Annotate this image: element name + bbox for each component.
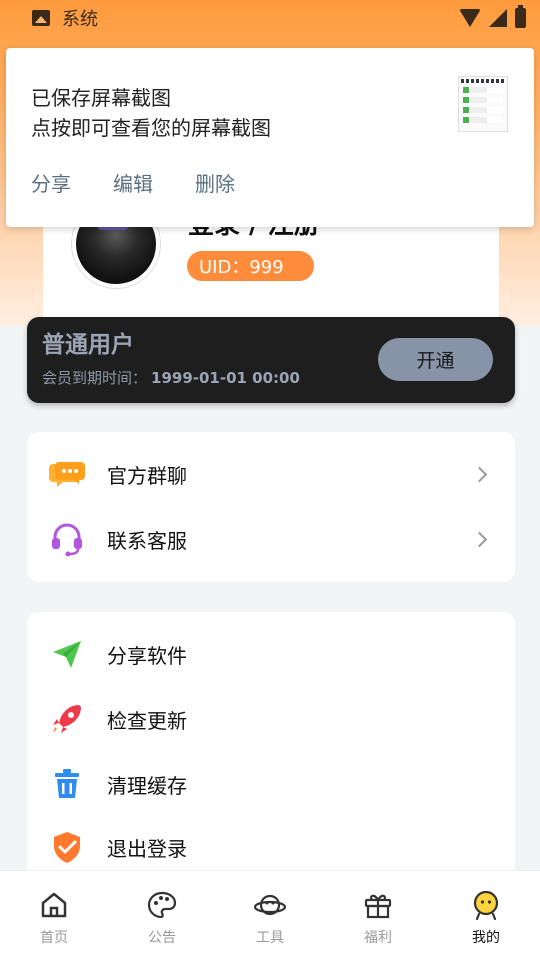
nav-tab-tools[interactable]: 工具 [216,871,324,960]
paper-plane-icon [53,641,81,668]
edit-action-button[interactable]: 编辑 [113,168,153,197]
gift-icon [364,894,392,919]
signal-icon [489,9,507,27]
nav-label: 公告 [148,930,176,946]
community-menu-card: 官方群聊 联系客服 [27,432,515,582]
wifi-icon [459,9,481,27]
screenshot-thumbnail[interactable] [458,76,508,132]
planet-icon [254,894,286,916]
vip-level: 普通用户 [42,332,134,358]
delete-action-button[interactable]: 删除 [195,168,235,197]
menu-item-official-group[interactable]: 官方群聊 [27,444,515,504]
battery-icon [515,5,526,28]
nav-label: 我的 [472,930,500,946]
menu-item-label: 分享软件 [107,643,187,668]
status-bar: 系统 [0,0,540,36]
share-action-button[interactable]: 分享 [31,168,71,197]
vip-expire-label: 会员到期时间： [42,369,148,387]
nav-label: 福利 [364,930,392,946]
image-icon [32,10,50,26]
menu-item-share-app[interactable]: 分享软件 [27,624,515,684]
menu-item-clear-cache[interactable]: 清理缓存 [27,754,515,814]
trash-icon [55,769,79,798]
menu-item-label: 联系客服 [107,528,187,553]
nav-tab-welfare[interactable]: 福利 [324,871,432,960]
user-avatar-icon [473,890,499,921]
headset-icon [52,523,82,557]
menu-item-label: 官方群聊 [107,463,187,488]
status-app-label: 系统 [62,9,98,30]
menu-item-label: 检查更新 [107,708,187,733]
rocket-icon [53,705,81,733]
vip-expire-value: 1999-01-01 00:00 [151,369,300,387]
notification-subtitle: 点按即可查看您的屏幕截图 [31,116,271,140]
nav-tab-home[interactable]: 首页 [0,871,108,960]
chat-bubble-icon [49,462,85,487]
menu-item-contact-support[interactable]: 联系客服 [27,509,515,569]
nav-tab-announcement[interactable]: 公告 [108,871,216,960]
nav-label: 工具 [256,930,284,946]
nav-tab-mine[interactable]: 我的 [432,871,540,960]
menu-item-label: 退出登录 [107,836,187,861]
chevron-right-icon [471,531,488,547]
nav-label: 首页 [40,930,68,946]
bottom-navigation: 首页 公告 工具 福利 我的 [0,870,540,960]
menu-item-label: 清理缓存 [107,773,187,798]
vip-membership-bar: 普通用户 会员到期时间： 1999-01-01 00:00 开通 [27,317,515,403]
vip-expire-text: 会员到期时间： 1999-01-01 00:00 [42,367,300,388]
uid-badge: UID：999 [187,251,314,281]
settings-menu-card: 分享软件 检查更新 清理缓存 退出登录 [27,612,515,892]
screenshot-notification[interactable]: 已保存屏幕截图 点按即可查看您的屏幕截图 分享 编辑 删除 [6,48,534,227]
chevron-right-icon [471,466,488,482]
open-vip-button[interactable]: 开通 [378,338,493,381]
home-icon [41,892,67,918]
shield-check-icon [54,832,80,863]
menu-item-check-update[interactable]: 检查更新 [27,689,515,749]
palette-icon [147,891,177,919]
menu-item-logout[interactable]: 退出登录 [27,817,515,877]
notification-title: 已保存屏幕截图 [31,86,171,110]
